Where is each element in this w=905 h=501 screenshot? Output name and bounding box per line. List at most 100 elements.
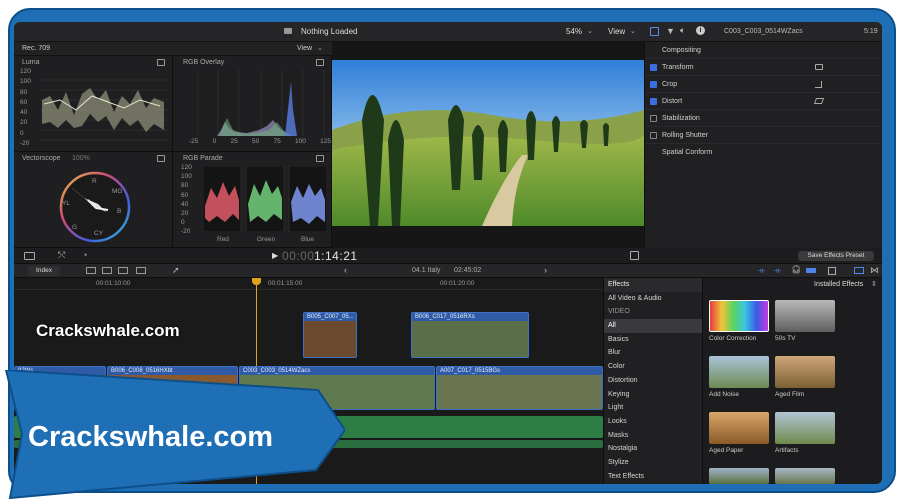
parade-tick: 40 <box>181 200 189 208</box>
effect-thumbnail <box>709 356 769 388</box>
scope-settings-icon[interactable] <box>157 59 165 66</box>
installed-effects-menu[interactable]: Installed Effects <box>814 281 863 288</box>
inspector-row-compositing[interactable]: Compositing <box>645 42 882 59</box>
playhead-marker-icon[interactable] <box>252 278 261 285</box>
overlay-tick: 100 <box>294 138 306 145</box>
spatial-conform-label: Spatial Conform <box>662 149 713 156</box>
info-icon[interactable]: i <box>696 26 705 35</box>
effects-browser-icon[interactable] <box>854 267 864 274</box>
forward-icon[interactable]: › <box>544 265 547 275</box>
category-item[interactable]: Text Effects <box>604 470 702 484</box>
primary-clip-4[interactable]: A007_C017_0515BGs <box>436 366 603 410</box>
category-item[interactable]: Looks <box>604 415 702 429</box>
project-duration: 02:45:02 <box>454 267 482 274</box>
vectorscope-panel: Vectorscope 100% R MG B CY G YL <box>14 152 173 248</box>
filter-icon[interactable]: ▼ <box>666 26 675 36</box>
effect-item[interactable]: Aged Paper <box>709 412 769 454</box>
connect-clip-icon[interactable] <box>86 267 96 274</box>
inspector-row-rolling-shutter[interactable]: Rolling Shutter <box>645 127 882 144</box>
inspector-row-spatial-conform[interactable]: Spatial Conform <box>645 144 882 161</box>
luma-axis: 120 100 80 60 40 20 0 -20 <box>20 68 38 152</box>
distort-checkbox[interactable] <box>650 97 657 105</box>
crop-label: Crop <box>662 80 678 88</box>
inspector-row-crop[interactable]: Crop <box>645 76 882 93</box>
transform-icon[interactable] <box>815 64 823 70</box>
timecode-display[interactable]: 1:14:21 <box>314 249 358 263</box>
category-item[interactable]: Masks <box>604 429 702 443</box>
parade-label-green: Green <box>257 236 276 243</box>
scopes-header: Rec. 709 View ⌄ <box>14 42 332 56</box>
snapping-icon[interactable]: ⟛ <box>774 266 781 276</box>
audio-skimming-icon[interactable]: 🎧︎ <box>791 265 801 274</box>
scope-settings-icon[interactable] <box>157 155 165 162</box>
rgb-overlay-title: RGB Overlay <box>183 59 225 66</box>
overwrite-clip-icon[interactable] <box>136 267 146 274</box>
vector-label-r: R <box>92 178 97 185</box>
video-inspector-icon[interactable] <box>650 27 659 36</box>
scope-settings-icon[interactable] <box>316 59 324 66</box>
select-tool-icon[interactable]: ➚ <box>172 265 180 276</box>
watermark-large: Crackswhale.com <box>28 421 274 453</box>
audio-icon[interactable]: 🔈︎ <box>680 25 685 36</box>
category-item[interactable]: Distortion <box>604 374 702 388</box>
transform-label: Transform <box>662 63 694 71</box>
ruler-mark: 00:01:10:00 <box>96 280 131 287</box>
effect-item-partial[interactable] <box>775 468 835 484</box>
category-item[interactable]: All Video & Audio <box>604 292 702 306</box>
connected-clip-2[interactable]: B006_C017_0516RXs <box>411 312 529 358</box>
crop-icon[interactable] <box>815 80 822 88</box>
category-item[interactable]: All <box>604 319 702 333</box>
scopes-view-menu[interactable]: View <box>297 45 312 52</box>
save-effects-preset-bar-button[interactable]: Save Effects Preset <box>798 251 874 261</box>
index-button[interactable]: Index <box>28 266 60 276</box>
inspector-row-distort[interactable]: Distort <box>645 93 882 110</box>
save-preset-bar-label: Save Effects Preset <box>807 252 865 259</box>
crop-checkbox[interactable] <box>650 80 657 88</box>
effect-item[interactable]: Add Noise <box>709 356 769 398</box>
rolling-shutter-checkbox[interactable] <box>650 131 657 139</box>
category-item[interactable]: Light <box>604 401 702 415</box>
fullscreen-icon[interactable] <box>630 251 639 260</box>
luma-waveform-panel: Luma 120 100 80 60 40 20 0 -20 <box>14 56 173 152</box>
distort-icon[interactable] <box>813 98 825 104</box>
clip-appearance-icon[interactable] <box>828 267 836 275</box>
transform-tool-icon[interactable]: ⤲ <box>58 250 65 261</box>
scope-settings-icon[interactable] <box>316 155 324 162</box>
insert-clip-icon[interactable] <box>102 267 112 274</box>
category-item[interactable]: Blur <box>604 346 702 360</box>
effect-thumbnail <box>775 300 835 332</box>
effect-item-partial[interactable] <box>709 468 769 484</box>
rgb-parade-panel: RGB Parade 120 100 80 60 40 20 0 -20 Red… <box>173 152 332 248</box>
effect-label: Aged Film <box>775 391 805 398</box>
effect-item[interactable]: Artifacts <box>775 412 835 454</box>
transitions-browser-icon[interactable]: ⋈ <box>870 265 879 276</box>
effect-thumbnail <box>709 300 769 332</box>
transform-checkbox[interactable] <box>650 63 657 71</box>
speed-icon[interactable]: ◔ <box>82 250 87 260</box>
skimming-icon[interactable]: ⟛ <box>758 266 765 276</box>
timeline-ruler: 00:01:10:00 00:01:15:00 00:01:20:00 <box>14 278 603 290</box>
effect-thumbnail <box>775 356 835 388</box>
category-item[interactable]: Nostalgia <box>604 442 702 456</box>
zoom-level[interactable]: 54% <box>566 27 582 36</box>
category-item[interactable]: Color <box>604 360 702 374</box>
back-icon[interactable]: ‹ <box>344 265 347 275</box>
scope-format: Rec. 709 <box>22 45 51 52</box>
stabilization-checkbox[interactable] <box>650 114 657 122</box>
category-item[interactable]: Stylize <box>604 456 702 470</box>
category-item[interactable]: Keying <box>604 388 702 402</box>
effect-item[interactable]: Aged Film <box>775 356 835 398</box>
viewer-frame-image[interactable] <box>332 60 644 226</box>
play-icon[interactable]: ▶ <box>272 251 278 260</box>
inspector-row-transform[interactable]: Transform <box>645 59 882 76</box>
layout-icon[interactable] <box>24 252 35 260</box>
category-item[interactable]: Basics <box>604 333 702 347</box>
luma-tick: 100 <box>20 78 31 86</box>
effect-item[interactable]: 50s TV <box>775 300 835 342</box>
effect-item[interactable]: Color Correction <box>709 300 769 342</box>
viewer-view-menu[interactable]: View <box>608 27 625 36</box>
inspector-row-stabilization[interactable]: Stabilization <box>645 110 882 127</box>
append-clip-icon[interactable] <box>118 267 128 274</box>
solo-icon[interactable] <box>806 268 816 273</box>
connected-clip-1[interactable]: B005_C007_05... <box>303 312 357 358</box>
